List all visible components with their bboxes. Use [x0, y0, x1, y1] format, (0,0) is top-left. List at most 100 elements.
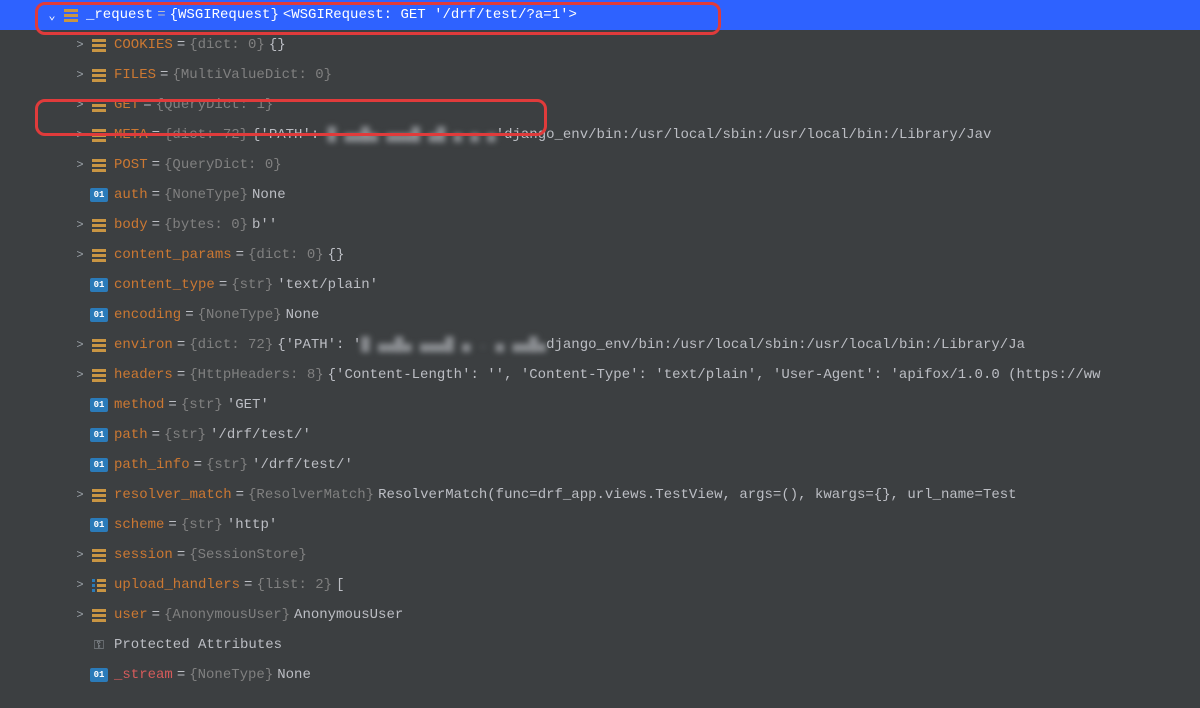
- chevron-right-icon[interactable]: >: [70, 578, 90, 592]
- var-value: <WSGIRequest: GET '/drf/test/?a=1'>: [283, 7, 577, 23]
- var-value: {'PATH': '█ ▄▄█▄ ▄▄▄█ ▄ . ▄ ▄▄█▄django_e…: [277, 337, 1025, 353]
- var-type: {HttpHeaders: 8}: [189, 367, 323, 383]
- tree-row[interactable]: >COOKIES = {dict: 0}{}: [0, 30, 1200, 60]
- object-icon: [90, 69, 108, 82]
- tree-row[interactable]: >POST = {QueryDict: 0}: [0, 150, 1200, 180]
- chevron-right-icon[interactable]: >: [70, 128, 90, 142]
- tree-row[interactable]: 01scheme = {str}'http': [0, 510, 1200, 540]
- chevron-right-icon[interactable]: >: [70, 218, 90, 232]
- var-name: Protected Attributes: [114, 637, 282, 653]
- chevron-right-icon[interactable]: >: [70, 608, 90, 622]
- primitive-icon: 01: [90, 428, 108, 442]
- chevron-right-icon[interactable]: >: [70, 158, 90, 172]
- chevron-right-icon[interactable]: >: [70, 368, 90, 382]
- primitive-icon: 01: [90, 398, 108, 412]
- object-icon: [90, 39, 108, 52]
- tree-row[interactable]: 01method = {str}'GET': [0, 390, 1200, 420]
- chevron-right-icon[interactable]: >: [70, 338, 90, 352]
- object-icon: [90, 549, 108, 562]
- tree-row[interactable]: >headers = {HttpHeaders: 8}{'Content-Len…: [0, 360, 1200, 390]
- var-type: {QueryDict: 0}: [164, 157, 282, 173]
- debug-variables-tree[interactable]: ⌄ _request = {WSGIRequest} <WSGIRequest:…: [0, 0, 1200, 708]
- var-type: {bytes: 0}: [164, 217, 248, 233]
- tree-row[interactable]: 01path = {str}'/drf/test/': [0, 420, 1200, 450]
- var-value: AnonymousUser: [294, 607, 403, 623]
- chevron-down-icon[interactable]: ⌄: [42, 8, 62, 23]
- var-type: {dict: 72}: [189, 337, 273, 353]
- object-icon: [90, 609, 108, 622]
- var-type: {QueryDict: 1}: [156, 97, 274, 113]
- tree-row[interactable]: ⚿ Protected Attributes: [0, 630, 1200, 660]
- var-type: {str}: [181, 397, 223, 413]
- var-name: _request: [86, 7, 153, 23]
- var-name: encoding: [114, 307, 181, 323]
- var-type: {dict: 0}: [189, 37, 265, 53]
- tree-row[interactable]: 01encoding = {NoneType}None: [0, 300, 1200, 330]
- primitive-icon: 01: [90, 188, 108, 202]
- primitive-icon: 01: [90, 458, 108, 472]
- var-value: None: [277, 667, 311, 683]
- var-type: {str}: [206, 457, 248, 473]
- var-type: {NoneType}: [189, 667, 273, 683]
- primitive-icon: 01: [90, 278, 108, 292]
- object-icon: [90, 219, 108, 232]
- var-value: 'text/plain': [277, 277, 378, 293]
- var-value: 'GET': [227, 397, 269, 413]
- var-name: method: [114, 397, 164, 413]
- tree-row-root[interactable]: ⌄ _request = {WSGIRequest} <WSGIRequest:…: [0, 0, 1200, 30]
- var-type: {MultiValueDict: 0}: [172, 67, 332, 83]
- key-icon: ⚿: [90, 638, 108, 653]
- tree-row[interactable]: >environ = {dict: 72}{'PATH': '█ ▄▄█▄ ▄▄…: [0, 330, 1200, 360]
- list-icon: [90, 579, 108, 592]
- chevron-right-icon[interactable]: >: [70, 38, 90, 52]
- tree-row[interactable]: 01path_info = {str}'/drf/test/': [0, 450, 1200, 480]
- object-icon: [90, 339, 108, 352]
- tree-row[interactable]: 01_stream = {NoneType}None: [0, 660, 1200, 690]
- primitive-icon: 01: [90, 668, 108, 682]
- tree-row[interactable]: >content_params = {dict: 0}{}: [0, 240, 1200, 270]
- var-type: {dict: 0}: [248, 247, 324, 263]
- var-name: environ: [114, 337, 173, 353]
- var-type: {dict: 72}: [164, 127, 248, 143]
- chevron-right-icon[interactable]: >: [70, 98, 90, 112]
- primitive-icon: 01: [90, 308, 108, 322]
- var-value: {'PATH': █ ▄▄█▄ ▄▄▄█ ▄█ ▄ ▄ ▄'django_env…: [252, 127, 991, 143]
- var-name: FILES: [114, 67, 156, 83]
- var-name: content_params: [114, 247, 232, 263]
- var-name: headers: [114, 367, 173, 383]
- tree-row[interactable]: 01auth = {NoneType}None: [0, 180, 1200, 210]
- chevron-right-icon[interactable]: >: [70, 548, 90, 562]
- var-name: session: [114, 547, 173, 563]
- var-type: {str}: [231, 277, 273, 293]
- var-type: {WSGIRequest}: [170, 7, 279, 23]
- var-type: {AnonymousUser}: [164, 607, 290, 623]
- var-value: [: [336, 577, 344, 593]
- chevron-right-icon[interactable]: >: [70, 248, 90, 262]
- tree-row[interactable]: 01content_type = {str}'text/plain': [0, 270, 1200, 300]
- var-name: path_info: [114, 457, 190, 473]
- var-name: COOKIES: [114, 37, 173, 53]
- var-name: POST: [114, 157, 148, 173]
- var-name: auth: [114, 187, 148, 203]
- var-value: b'': [252, 217, 277, 233]
- var-value: '/drf/test/': [252, 457, 353, 473]
- var-type: {SessionStore}: [189, 547, 307, 563]
- var-name: GET: [114, 97, 139, 113]
- chevron-right-icon[interactable]: >: [70, 488, 90, 502]
- tree-row[interactable]: >user = {AnonymousUser}AnonymousUser: [0, 600, 1200, 630]
- tree-row[interactable]: >META = {dict: 72}{'PATH': █ ▄▄█▄ ▄▄▄█ ▄…: [0, 120, 1200, 150]
- var-value: {'Content-Length': '', 'Content-Type': '…: [328, 367, 1101, 383]
- tree-row[interactable]: >FILES = {MultiValueDict: 0}: [0, 60, 1200, 90]
- var-type: {NoneType}: [164, 187, 248, 203]
- tree-row[interactable]: >resolver_match = {ResolverMatch}Resolve…: [0, 480, 1200, 510]
- tree-row[interactable]: >session = {SessionStore}: [0, 540, 1200, 570]
- tree-row[interactable]: >body = {bytes: 0}b'': [0, 210, 1200, 240]
- tree-row[interactable]: >GET = {QueryDict: 1}: [0, 90, 1200, 120]
- var-value: None: [252, 187, 286, 203]
- chevron-right-icon[interactable]: >: [70, 68, 90, 82]
- object-icon: [90, 489, 108, 502]
- tree-row[interactable]: >upload_handlers = {list: 2}[: [0, 570, 1200, 600]
- object-icon: [90, 99, 108, 112]
- var-name: user: [114, 607, 148, 623]
- var-name: path: [114, 427, 148, 443]
